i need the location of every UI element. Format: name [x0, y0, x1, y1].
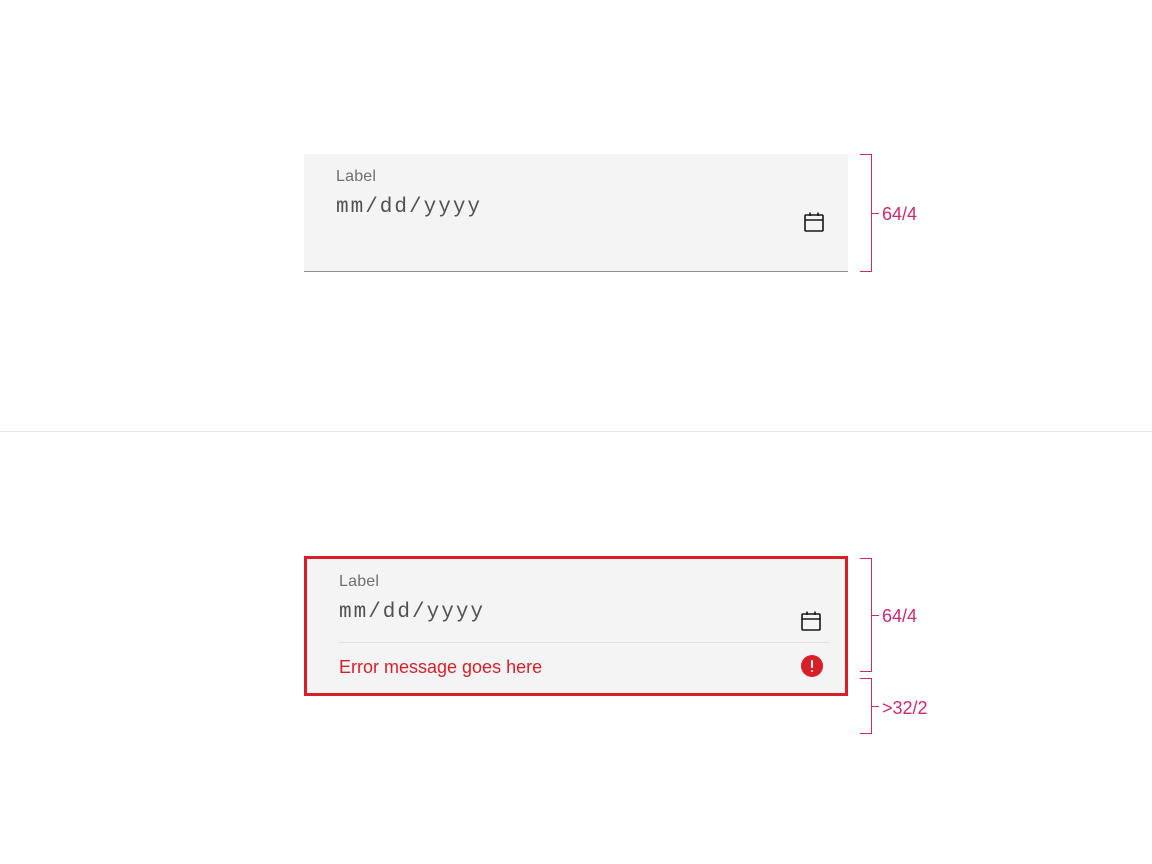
error-icon [801, 655, 823, 677]
calendar-icon[interactable] [802, 210, 826, 234]
spec-value: 64/4 [882, 204, 917, 225]
date-input-field[interactable]: Label mm/dd/yyyy [304, 154, 848, 272]
field-label: Label [336, 168, 832, 186]
field-placeholder: mm/dd/yyyy [339, 601, 829, 624]
date-input-field-error[interactable]: Label mm/dd/yyyy Error message goes here [304, 556, 848, 696]
field-placeholder: mm/dd/yyyy [336, 196, 832, 219]
spec-value: >32/2 [882, 698, 928, 719]
calendar-icon[interactable] [799, 609, 823, 633]
spec-value: 64/4 [882, 606, 917, 627]
spec-section-default: Label mm/dd/yyyy 64/4 [0, 0, 1152, 432]
spec-section-error: Label mm/dd/yyyy Error message goes here [0, 432, 1152, 864]
field-label: Label [339, 573, 829, 591]
error-message: Error message goes here [339, 657, 829, 678]
